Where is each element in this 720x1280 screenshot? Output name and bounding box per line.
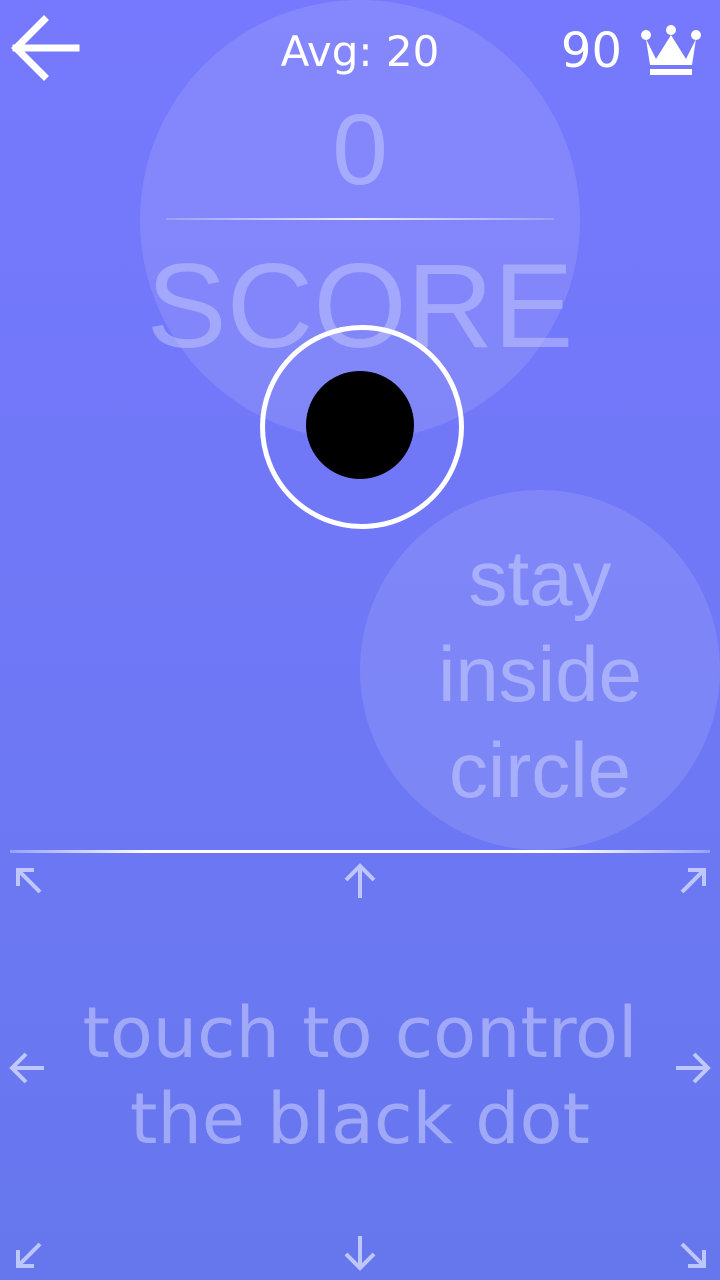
black-dot[interactable] bbox=[306, 371, 414, 479]
best-score-display: 90 bbox=[561, 18, 702, 84]
control-line: the black dot bbox=[130, 1078, 590, 1160]
arrow-up-icon bbox=[340, 860, 380, 900]
hint-line: inside bbox=[438, 630, 642, 718]
back-button[interactable] bbox=[8, 12, 84, 82]
control-instructions: touch to control the black dot bbox=[40, 990, 680, 1162]
score-value: 0 bbox=[332, 94, 388, 206]
arrow-left-icon bbox=[6, 1048, 46, 1088]
arrow-down-icon bbox=[340, 1234, 380, 1274]
arrow-up-right-icon bbox=[672, 862, 712, 902]
arrow-right-icon bbox=[674, 1048, 714, 1088]
hint-line: circle bbox=[448, 726, 631, 814]
hint-line: stay bbox=[468, 534, 612, 622]
crown-icon bbox=[641, 25, 701, 75]
arrow-down-right-icon bbox=[674, 1234, 714, 1274]
arrow-up-left-icon bbox=[10, 862, 50, 902]
score-divider bbox=[166, 218, 554, 220]
arrow-down-left-icon bbox=[10, 1234, 50, 1274]
arrow-left-icon bbox=[11, 15, 80, 81]
hint-text: stay inside circle bbox=[385, 530, 695, 818]
best-score-value: 90 bbox=[560, 23, 622, 79]
control-line: touch to control bbox=[82, 992, 638, 1074]
